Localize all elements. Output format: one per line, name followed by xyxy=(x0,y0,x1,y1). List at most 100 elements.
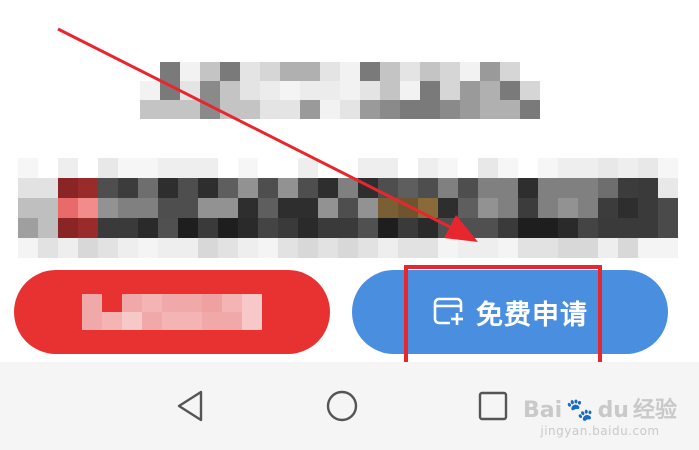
primary-action-button[interactable] xyxy=(14,270,330,354)
mosaic-cell xyxy=(538,218,558,238)
mosaic-cell xyxy=(438,238,458,258)
mosaic-cell xyxy=(520,62,540,81)
pixelated-description xyxy=(18,158,678,258)
mosaic-cell xyxy=(198,178,218,198)
mosaic-cell xyxy=(138,218,158,238)
mosaic-cell xyxy=(18,158,38,178)
mosaic-cell xyxy=(418,218,438,238)
mosaic-cell xyxy=(222,294,242,312)
mosaic-cell xyxy=(38,238,58,258)
paw-icon: 🐾 xyxy=(566,398,594,423)
mosaic-cell xyxy=(222,312,242,330)
mosaic-cell xyxy=(598,158,618,178)
mosaic-cell xyxy=(78,178,98,198)
mosaic-cell xyxy=(518,158,538,178)
mosaic-cell xyxy=(398,198,418,218)
mosaic-cell xyxy=(320,81,340,100)
mosaic-cell xyxy=(340,62,360,81)
mosaic-cell xyxy=(278,238,298,258)
mosaic-cell xyxy=(440,81,460,100)
mosaic-cell xyxy=(638,158,658,178)
mosaic-cell xyxy=(638,198,658,218)
mosaic-cell xyxy=(160,100,180,119)
mosaic-cell xyxy=(138,238,158,258)
mosaic-cell xyxy=(380,62,400,81)
mosaic-cell xyxy=(380,100,400,119)
mosaic-cell xyxy=(118,178,138,198)
mosaic-cell xyxy=(280,81,300,100)
mosaic-cell xyxy=(180,81,200,100)
mosaic-cell xyxy=(300,81,320,100)
mosaic-cell xyxy=(258,158,278,178)
mosaic-cell xyxy=(340,81,360,100)
mosaic-cell xyxy=(398,178,418,198)
mosaic-cell xyxy=(202,312,222,330)
mosaic-cell xyxy=(498,218,518,238)
mosaic-cell xyxy=(358,198,378,218)
mosaic-cell xyxy=(438,178,458,198)
mosaic-cell xyxy=(518,178,538,198)
mosaic-cell xyxy=(458,198,478,218)
mosaic-cell xyxy=(82,294,102,312)
mosaic-cell xyxy=(458,218,478,238)
mosaic-cell xyxy=(178,198,198,218)
mosaic-cell xyxy=(500,62,520,81)
mosaic-cell xyxy=(278,158,298,178)
mosaic-cell xyxy=(258,238,278,258)
mosaic-cell xyxy=(358,158,378,178)
mosaic-cell xyxy=(182,294,202,312)
mosaic-cell xyxy=(558,158,578,178)
mosaic-cell xyxy=(98,198,118,218)
mosaic-cell xyxy=(638,178,658,198)
mosaic-cell xyxy=(420,62,440,81)
recent-square-icon[interactable] xyxy=(475,388,511,424)
mosaic-cell xyxy=(478,238,498,258)
mosaic-cell xyxy=(98,218,118,238)
mosaic-cell xyxy=(58,198,78,218)
mosaic-cell xyxy=(102,312,122,330)
mosaic-cell xyxy=(298,218,318,238)
app-screen: 免费申请 Bai 🐾 du 经验 jingyan.baidu.com xyxy=(0,0,699,450)
mosaic-cell xyxy=(378,238,398,258)
mosaic-cell xyxy=(598,218,618,238)
mosaic-cell xyxy=(520,100,540,119)
mosaic-cell xyxy=(18,218,38,238)
mosaic-cell xyxy=(418,198,438,218)
mosaic-cell xyxy=(18,178,38,198)
mosaic-cell xyxy=(318,218,338,238)
watermark-url: jingyan.baidu.com xyxy=(540,424,660,438)
mosaic-cell xyxy=(498,198,518,218)
back-triangle-icon[interactable] xyxy=(172,388,208,424)
watermark-brand-suffix: du xyxy=(597,398,629,423)
mosaic-cell xyxy=(118,158,138,178)
mosaic-cell xyxy=(238,158,258,178)
mosaic-cell xyxy=(378,158,398,178)
mosaic-cell xyxy=(378,178,398,198)
mosaic-cell xyxy=(260,100,280,119)
mosaic-cell xyxy=(538,158,558,178)
mosaic-cell xyxy=(38,178,58,198)
mosaic-cell xyxy=(102,294,122,312)
home-circle-icon[interactable] xyxy=(324,388,360,424)
mosaic-cell xyxy=(240,81,260,100)
mosaic-cell xyxy=(658,158,678,178)
mosaic-cell xyxy=(418,158,438,178)
mosaic-cell xyxy=(122,312,142,330)
mosaic-cell xyxy=(400,100,420,119)
mosaic-cell xyxy=(178,218,198,238)
mosaic-cell xyxy=(218,218,238,238)
mosaic-cell xyxy=(278,218,298,238)
mosaic-cell xyxy=(598,198,618,218)
mosaic-cell xyxy=(598,238,618,258)
mosaic-cell xyxy=(400,62,420,81)
mosaic-cell xyxy=(280,100,300,119)
mosaic-cell xyxy=(178,178,198,198)
mosaic-cell xyxy=(140,62,160,81)
mosaic-cell xyxy=(478,218,498,238)
mosaic-cell xyxy=(82,312,102,330)
mosaic-cell xyxy=(198,238,218,258)
mosaic-cell xyxy=(480,62,500,81)
mosaic-cell xyxy=(118,218,138,238)
mosaic-cell xyxy=(338,158,358,178)
mosaic-cell xyxy=(198,198,218,218)
